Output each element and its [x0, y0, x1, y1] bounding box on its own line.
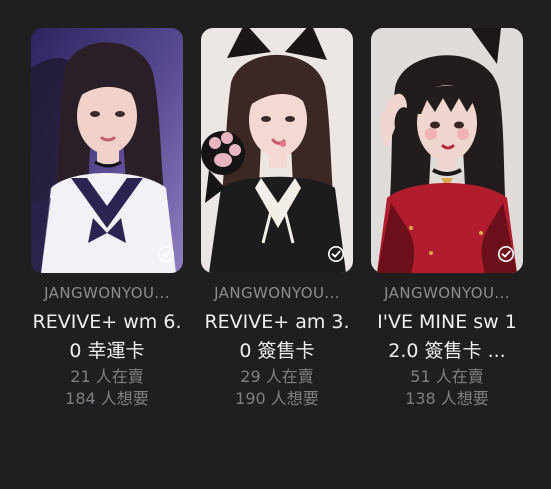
photocard-portrait	[201, 28, 353, 273]
verified-check-icon	[498, 246, 514, 262]
wanting-count: 190 人想要	[235, 389, 319, 408]
photocard-grid: JANGWONYOU... REVIVE+ wm 6.0 幸運卡 21 人在賣 …	[31, 28, 523, 410]
photocard-image[interactable]	[201, 28, 353, 273]
photocard-info: JANGWONYOU... I'VE MINE sw 12.0 簽售卡 ... …	[371, 284, 523, 410]
selling-count: 51 人在賣	[410, 367, 484, 386]
photocard-image[interactable]	[31, 28, 183, 273]
photocard-info: JANGWONYOU... REVIVE+ wm 6.0 幸運卡 21 人在賣 …	[31, 284, 183, 410]
photocard-item-3[interactable]: JANGWONYOU... I'VE MINE sw 12.0 簽售卡 ... …	[371, 28, 523, 410]
verified-check-icon	[328, 246, 344, 262]
photocard-item-2[interactable]: JANGWONYOU... REVIVE+ am 3.0 簽售卡 29 人在賣 …	[201, 28, 353, 410]
photocard-image[interactable]	[371, 28, 523, 273]
photocard-info: JANGWONYOU... REVIVE+ am 3.0 簽售卡 29 人在賣 …	[201, 284, 353, 410]
photocard-item-1[interactable]: JANGWONYOU... REVIVE+ wm 6.0 幸運卡 21 人在賣 …	[31, 28, 183, 410]
card-title: I'VE MINE sw 12.0 簽售卡 ...	[377, 311, 517, 362]
photocard-grid-page: JANGWONYOU... REVIVE+ wm 6.0 幸運卡 21 人在賣 …	[0, 0, 551, 489]
verified-check-icon	[158, 246, 174, 262]
photocard-portrait	[371, 28, 523, 273]
selling-count: 21 人在賣	[70, 367, 144, 386]
artist-name: JANGWONYOU...	[44, 284, 170, 302]
artist-name: JANGWONYOU...	[214, 284, 340, 302]
photocard-portrait	[31, 28, 183, 273]
wanting-count: 184 人想要	[65, 389, 149, 408]
wanting-count: 138 人想要	[405, 389, 489, 408]
selling-count: 29 人在賣	[240, 367, 314, 386]
artist-name: JANGWONYOU...	[384, 284, 510, 302]
card-title: REVIVE+ wm 6.0 幸運卡	[32, 311, 182, 362]
card-title: REVIVE+ am 3.0 簽售卡	[204, 311, 350, 362]
